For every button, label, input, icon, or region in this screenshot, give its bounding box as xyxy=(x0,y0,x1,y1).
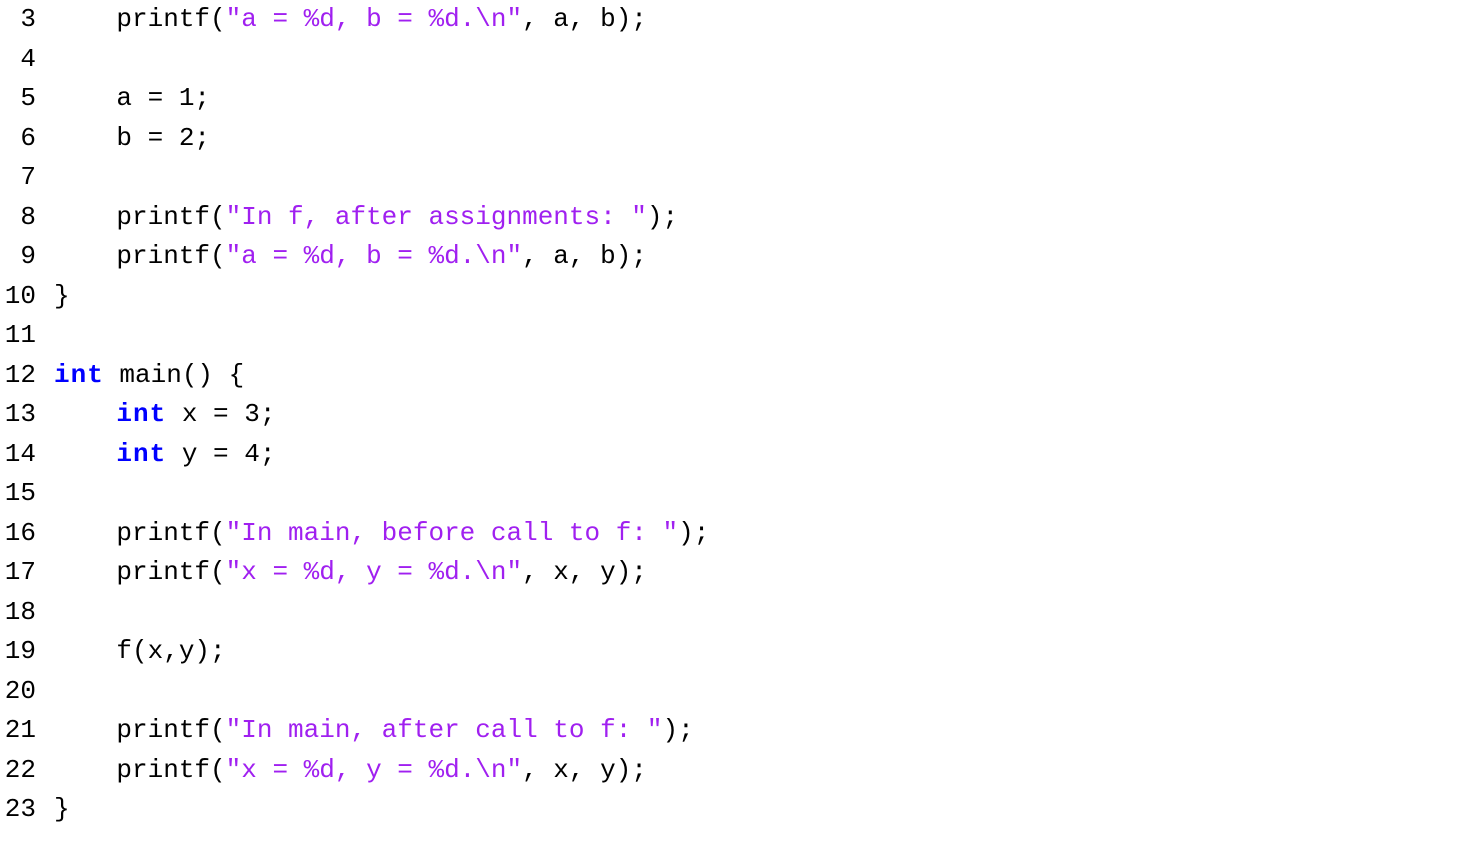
string-literal: "x = %d, y = %d.\n" xyxy=(226,755,522,785)
line-number: 17 xyxy=(0,553,36,593)
line-number: 5 xyxy=(0,79,36,119)
keyword-int: int xyxy=(116,439,166,469)
line-number: 12 xyxy=(0,356,36,396)
line-number: 16 xyxy=(0,514,36,554)
code-line xyxy=(54,316,709,356)
code-line xyxy=(54,672,709,712)
keyword-int: int xyxy=(54,360,104,390)
code-line: printf("In f, after assignments: "); xyxy=(54,198,709,238)
line-number: 4 xyxy=(0,40,36,80)
line-number: 14 xyxy=(0,435,36,475)
code-line: } xyxy=(54,790,709,830)
line-number: 11 xyxy=(0,316,36,356)
string-literal: "a = %d, b = %d.\n" xyxy=(226,241,522,271)
code-line: f(x,y); xyxy=(54,632,709,672)
line-number: 8 xyxy=(0,198,36,238)
code-line: int x = 3; xyxy=(54,395,709,435)
string-literal: "a = %d, b = %d.\n" xyxy=(226,4,522,34)
code-line: int y = 4; xyxy=(54,435,709,475)
code-body: printf("a = %d, b = %d.\n", a, b); a = 1… xyxy=(54,0,709,830)
code-line: b = 2; xyxy=(54,119,709,159)
line-number: 3 xyxy=(0,0,36,40)
code-line xyxy=(54,474,709,514)
line-number-gutter: 3 4 5 6 7 8 9 10 11 12 13 14 15 16 17 18… xyxy=(0,0,54,830)
code-line: printf("In main, after call to f: "); xyxy=(54,711,709,751)
code-line: printf("x = %d, y = %d.\n", x, y); xyxy=(54,751,709,791)
string-literal: "In main, after call to f: " xyxy=(226,715,663,745)
keyword-int: int xyxy=(116,399,166,429)
line-number: 20 xyxy=(0,672,36,712)
string-literal: "x = %d, y = %d.\n" xyxy=(226,557,522,587)
code-line: int main() { xyxy=(54,356,709,396)
line-number: 18 xyxy=(0,593,36,633)
line-number: 10 xyxy=(0,277,36,317)
code-line: printf("x = %d, y = %d.\n", x, y); xyxy=(54,553,709,593)
line-number: 15 xyxy=(0,474,36,514)
line-number: 21 xyxy=(0,711,36,751)
line-number: 6 xyxy=(0,119,36,159)
line-number: 19 xyxy=(0,632,36,672)
line-number: 13 xyxy=(0,395,36,435)
line-number: 7 xyxy=(0,158,36,198)
code-line: printf("a = %d, b = %d.\n", a, b); xyxy=(54,237,709,277)
code-line: printf("a = %d, b = %d.\n", a, b); xyxy=(54,0,709,40)
code-line: printf("In main, before call to f: "); xyxy=(54,514,709,554)
code-line xyxy=(54,40,709,80)
line-number: 23 xyxy=(0,790,36,830)
line-number: 22 xyxy=(0,751,36,791)
code-listing: 3 4 5 6 7 8 9 10 11 12 13 14 15 16 17 18… xyxy=(0,0,1470,830)
code-line xyxy=(54,158,709,198)
code-line xyxy=(54,593,709,633)
code-line: a = 1; xyxy=(54,79,709,119)
line-number: 9 xyxy=(0,237,36,277)
string-literal: "In main, before call to f: " xyxy=(226,518,678,548)
string-literal: "In f, after assignments: " xyxy=(226,202,647,232)
code-line: } xyxy=(54,277,709,317)
